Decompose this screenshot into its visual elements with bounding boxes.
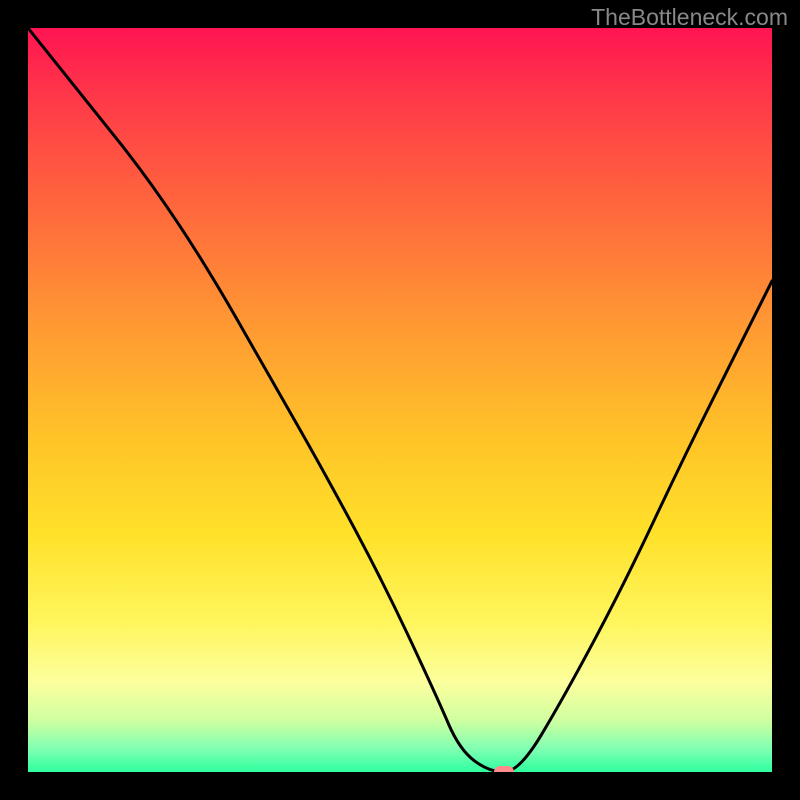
plot-area (28, 28, 772, 772)
bottleneck-curve (28, 28, 772, 772)
watermark-label: TheBottleneck.com (591, 4, 788, 31)
optimal-marker (494, 766, 514, 772)
chart-container: TheBottleneck.com (0, 0, 800, 800)
